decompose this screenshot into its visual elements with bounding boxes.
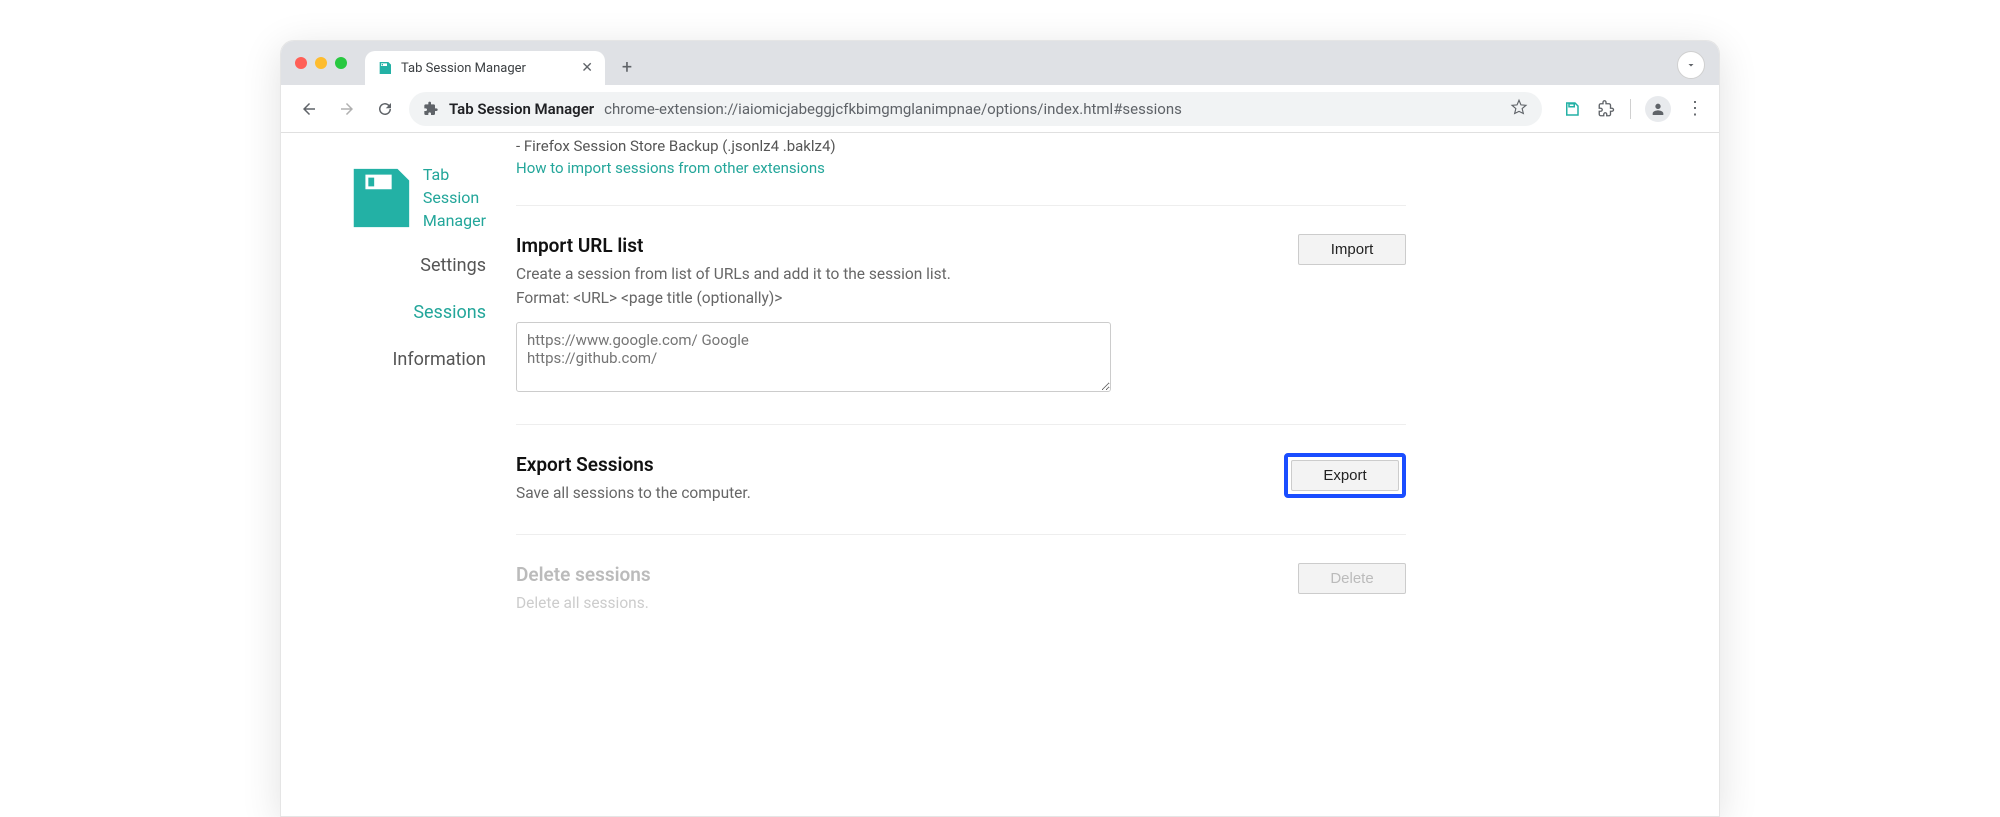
bookmark-star-icon[interactable] bbox=[1510, 98, 1528, 120]
floppy-icon bbox=[345, 163, 415, 233]
export-desc: Save all sessions to the computer. bbox=[516, 482, 1264, 504]
tab-favicon bbox=[377, 60, 393, 76]
close-window-button[interactable] bbox=[295, 57, 307, 69]
sidebar-item-sessions[interactable]: Sessions bbox=[343, 302, 486, 323]
section-import-partial: - Firefox Session Store Backup (.jsonlz4… bbox=[516, 133, 1406, 206]
export-button[interactable]: Export bbox=[1291, 460, 1399, 491]
extension-pin-icon[interactable] bbox=[1562, 99, 1582, 119]
delete-desc: Delete all sessions. bbox=[516, 592, 1278, 614]
import-url-desc2: Format: <URL> <page title (optionally)> bbox=[516, 287, 1278, 309]
export-highlight: Export bbox=[1284, 453, 1406, 498]
reload-button[interactable] bbox=[371, 95, 399, 123]
toolbar: Tab Session Manager chrome-extension://i… bbox=[281, 85, 1719, 133]
page-content: Tab Session Manager Settings Sessions In… bbox=[281, 133, 1719, 623]
browser-window: Tab Session Manager ✕ + Tab Session Mana… bbox=[280, 40, 1720, 817]
import-button[interactable]: Import bbox=[1298, 234, 1406, 265]
section-delete: Delete sessions Delete all sessions. Del… bbox=[516, 535, 1406, 623]
section-import-url: Import URL list Create a session from li… bbox=[516, 206, 1406, 425]
titlebar: Tab Session Manager ✕ + bbox=[281, 41, 1719, 85]
export-title: Export Sessions bbox=[516, 453, 1264, 476]
sidebar: Tab Session Manager Settings Sessions In… bbox=[281, 133, 486, 623]
minimize-window-button[interactable] bbox=[315, 57, 327, 69]
url-text: chrome-extension://iaiomicjabeggjcfkbimg… bbox=[604, 100, 1182, 118]
address-bar[interactable]: Tab Session Manager chrome-extension://i… bbox=[409, 92, 1542, 126]
url-list-input[interactable] bbox=[516, 322, 1111, 392]
sidebar-item-information[interactable]: Information bbox=[343, 349, 486, 370]
import-url-title: Import URL list bbox=[516, 234, 1278, 257]
site-label: Tab Session Manager bbox=[449, 100, 594, 118]
browser-tab[interactable]: Tab Session Manager ✕ bbox=[365, 51, 605, 85]
app-logo[interactable]: Tab Session Manager bbox=[343, 163, 486, 233]
back-button[interactable] bbox=[295, 95, 323, 123]
section-export: Export Sessions Save all sessions to the… bbox=[516, 425, 1406, 535]
extensions-icon[interactable] bbox=[1596, 99, 1616, 119]
forward-button[interactable] bbox=[333, 95, 361, 123]
import-url-desc1: Create a session from list of URLs and a… bbox=[516, 263, 1278, 285]
profile-avatar[interactable] bbox=[1645, 96, 1671, 122]
delete-button[interactable]: Delete bbox=[1298, 563, 1406, 594]
new-tab-button[interactable]: + bbox=[613, 53, 641, 81]
toolbar-right: ⋮ bbox=[1562, 96, 1705, 122]
delete-title: Delete sessions bbox=[516, 563, 1278, 586]
traffic-lights bbox=[295, 57, 347, 69]
kebab-menu-icon[interactable]: ⋮ bbox=[1685, 99, 1705, 119]
tab-close-icon[interactable]: ✕ bbox=[581, 60, 593, 76]
import-help-link[interactable]: How to import sessions from other extens… bbox=[516, 159, 1406, 177]
toolbar-divider bbox=[1630, 99, 1631, 119]
maximize-window-button[interactable] bbox=[335, 57, 347, 69]
sidebar-item-settings[interactable]: Settings bbox=[343, 255, 486, 276]
app-name: Tab Session Manager bbox=[423, 163, 486, 233]
main-panel: - Firefox Session Store Backup (.jsonlz4… bbox=[486, 133, 1436, 623]
backup-format-line: - Firefox Session Store Backup (.jsonlz4… bbox=[516, 137, 1406, 155]
tab-search-button[interactable] bbox=[1677, 51, 1705, 79]
extension-icon bbox=[423, 101, 439, 117]
tab-title: Tab Session Manager bbox=[401, 61, 526, 76]
